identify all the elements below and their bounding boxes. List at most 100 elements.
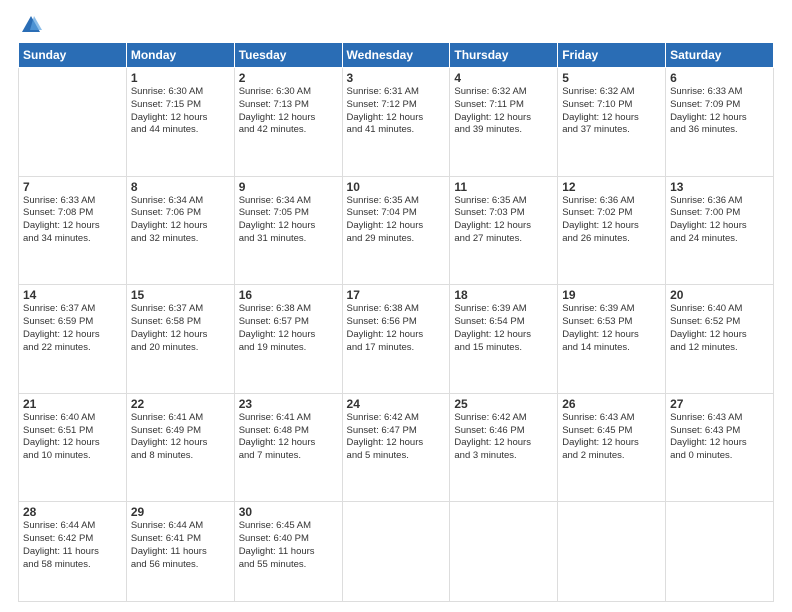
day-number: 23 (239, 397, 338, 411)
day-info: Sunrise: 6:34 AM Sunset: 7:05 PM Dayligh… (239, 195, 338, 246)
day-number: 3 (347, 71, 446, 85)
header (18, 10, 774, 36)
calendar-cell: 2Sunrise: 6:30 AM Sunset: 7:13 PM Daylig… (234, 68, 342, 177)
page: SundayMondayTuesdayWednesdayThursdayFrid… (0, 0, 792, 612)
calendar-cell: 4Sunrise: 6:32 AM Sunset: 7:11 PM Daylig… (450, 68, 558, 177)
day-info: Sunrise: 6:40 AM Sunset: 6:52 PM Dayligh… (670, 303, 769, 354)
calendar-cell: 26Sunrise: 6:43 AM Sunset: 6:45 PM Dayli… (558, 393, 666, 502)
day-info: Sunrise: 6:44 AM Sunset: 6:41 PM Dayligh… (131, 520, 230, 571)
day-number: 19 (562, 288, 661, 302)
day-number: 6 (670, 71, 769, 85)
day-info: Sunrise: 6:36 AM Sunset: 7:00 PM Dayligh… (670, 195, 769, 246)
day-number: 10 (347, 180, 446, 194)
calendar-cell: 27Sunrise: 6:43 AM Sunset: 6:43 PM Dayli… (666, 393, 774, 502)
day-info: Sunrise: 6:30 AM Sunset: 7:15 PM Dayligh… (131, 86, 230, 137)
days-of-week-row: SundayMondayTuesdayWednesdayThursdayFrid… (19, 43, 774, 68)
calendar-cell: 15Sunrise: 6:37 AM Sunset: 6:58 PM Dayli… (126, 285, 234, 394)
day-info: Sunrise: 6:38 AM Sunset: 6:56 PM Dayligh… (347, 303, 446, 354)
calendar-cell: 21Sunrise: 6:40 AM Sunset: 6:51 PM Dayli… (19, 393, 127, 502)
calendar-cell: 25Sunrise: 6:42 AM Sunset: 6:46 PM Dayli… (450, 393, 558, 502)
calendar-cell (342, 502, 450, 602)
calendar-cell: 1Sunrise: 6:30 AM Sunset: 7:15 PM Daylig… (126, 68, 234, 177)
calendar-cell: 13Sunrise: 6:36 AM Sunset: 7:00 PM Dayli… (666, 176, 774, 285)
day-info: Sunrise: 6:35 AM Sunset: 7:03 PM Dayligh… (454, 195, 553, 246)
day-info: Sunrise: 6:40 AM Sunset: 6:51 PM Dayligh… (23, 412, 122, 463)
calendar-cell: 17Sunrise: 6:38 AM Sunset: 6:56 PM Dayli… (342, 285, 450, 394)
calendar-cell: 6Sunrise: 6:33 AM Sunset: 7:09 PM Daylig… (666, 68, 774, 177)
day-info: Sunrise: 6:39 AM Sunset: 6:54 PM Dayligh… (454, 303, 553, 354)
day-info: Sunrise: 6:37 AM Sunset: 6:58 PM Dayligh… (131, 303, 230, 354)
day-info: Sunrise: 6:35 AM Sunset: 7:04 PM Dayligh… (347, 195, 446, 246)
calendar-cell: 30Sunrise: 6:45 AM Sunset: 6:40 PM Dayli… (234, 502, 342, 602)
day-info: Sunrise: 6:32 AM Sunset: 7:10 PM Dayligh… (562, 86, 661, 137)
calendar-cell (666, 502, 774, 602)
day-number: 9 (239, 180, 338, 194)
day-number: 12 (562, 180, 661, 194)
day-info: Sunrise: 6:45 AM Sunset: 6:40 PM Dayligh… (239, 520, 338, 571)
day-info: Sunrise: 6:39 AM Sunset: 6:53 PM Dayligh… (562, 303, 661, 354)
calendar-cell: 19Sunrise: 6:39 AM Sunset: 6:53 PM Dayli… (558, 285, 666, 394)
day-number: 20 (670, 288, 769, 302)
day-of-week-header: Saturday (666, 43, 774, 68)
day-info: Sunrise: 6:32 AM Sunset: 7:11 PM Dayligh… (454, 86, 553, 137)
day-number: 30 (239, 505, 338, 519)
day-number: 14 (23, 288, 122, 302)
calendar-cell: 24Sunrise: 6:42 AM Sunset: 6:47 PM Dayli… (342, 393, 450, 502)
day-number: 24 (347, 397, 446, 411)
calendar-cell: 28Sunrise: 6:44 AM Sunset: 6:42 PM Dayli… (19, 502, 127, 602)
calendar-cell: 3Sunrise: 6:31 AM Sunset: 7:12 PM Daylig… (342, 68, 450, 177)
day-number: 5 (562, 71, 661, 85)
calendar-cell: 18Sunrise: 6:39 AM Sunset: 6:54 PM Dayli… (450, 285, 558, 394)
calendar-cell: 5Sunrise: 6:32 AM Sunset: 7:10 PM Daylig… (558, 68, 666, 177)
calendar-body: 1Sunrise: 6:30 AM Sunset: 7:15 PM Daylig… (19, 68, 774, 602)
day-of-week-header: Tuesday (234, 43, 342, 68)
day-number: 21 (23, 397, 122, 411)
calendar-cell (558, 502, 666, 602)
calendar-cell: 20Sunrise: 6:40 AM Sunset: 6:52 PM Dayli… (666, 285, 774, 394)
calendar-cell: 12Sunrise: 6:36 AM Sunset: 7:02 PM Dayli… (558, 176, 666, 285)
calendar-cell (19, 68, 127, 177)
calendar-cell: 14Sunrise: 6:37 AM Sunset: 6:59 PM Dayli… (19, 285, 127, 394)
day-number: 16 (239, 288, 338, 302)
logo-icon (20, 14, 42, 36)
day-info: Sunrise: 6:36 AM Sunset: 7:02 PM Dayligh… (562, 195, 661, 246)
day-number: 15 (131, 288, 230, 302)
calendar-cell: 7Sunrise: 6:33 AM Sunset: 7:08 PM Daylig… (19, 176, 127, 285)
calendar-week-row: 21Sunrise: 6:40 AM Sunset: 6:51 PM Dayli… (19, 393, 774, 502)
day-info: Sunrise: 6:42 AM Sunset: 6:47 PM Dayligh… (347, 412, 446, 463)
day-of-week-header: Friday (558, 43, 666, 68)
day-info: Sunrise: 6:44 AM Sunset: 6:42 PM Dayligh… (23, 520, 122, 571)
calendar-cell: 11Sunrise: 6:35 AM Sunset: 7:03 PM Dayli… (450, 176, 558, 285)
day-of-week-header: Thursday (450, 43, 558, 68)
day-info: Sunrise: 6:42 AM Sunset: 6:46 PM Dayligh… (454, 412, 553, 463)
calendar-cell: 16Sunrise: 6:38 AM Sunset: 6:57 PM Dayli… (234, 285, 342, 394)
day-of-week-header: Sunday (19, 43, 127, 68)
day-of-week-header: Wednesday (342, 43, 450, 68)
day-number: 27 (670, 397, 769, 411)
day-number: 1 (131, 71, 230, 85)
day-number: 8 (131, 180, 230, 194)
calendar-cell (450, 502, 558, 602)
day-info: Sunrise: 6:37 AM Sunset: 6:59 PM Dayligh… (23, 303, 122, 354)
calendar-cell: 22Sunrise: 6:41 AM Sunset: 6:49 PM Dayli… (126, 393, 234, 502)
calendar-cell: 9Sunrise: 6:34 AM Sunset: 7:05 PM Daylig… (234, 176, 342, 285)
day-of-week-header: Monday (126, 43, 234, 68)
day-info: Sunrise: 6:33 AM Sunset: 7:09 PM Dayligh… (670, 86, 769, 137)
day-info: Sunrise: 6:43 AM Sunset: 6:45 PM Dayligh… (562, 412, 661, 463)
day-number: 26 (562, 397, 661, 411)
day-number: 11 (454, 180, 553, 194)
day-info: Sunrise: 6:30 AM Sunset: 7:13 PM Dayligh… (239, 86, 338, 137)
day-number: 28 (23, 505, 122, 519)
day-number: 25 (454, 397, 553, 411)
day-number: 29 (131, 505, 230, 519)
day-number: 17 (347, 288, 446, 302)
calendar-cell: 8Sunrise: 6:34 AM Sunset: 7:06 PM Daylig… (126, 176, 234, 285)
calendar-table: SundayMondayTuesdayWednesdayThursdayFrid… (18, 42, 774, 602)
day-number: 4 (454, 71, 553, 85)
day-number: 18 (454, 288, 553, 302)
calendar-week-row: 28Sunrise: 6:44 AM Sunset: 6:42 PM Dayli… (19, 502, 774, 602)
logo (18, 14, 42, 36)
day-info: Sunrise: 6:31 AM Sunset: 7:12 PM Dayligh… (347, 86, 446, 137)
day-info: Sunrise: 6:38 AM Sunset: 6:57 PM Dayligh… (239, 303, 338, 354)
day-number: 2 (239, 71, 338, 85)
